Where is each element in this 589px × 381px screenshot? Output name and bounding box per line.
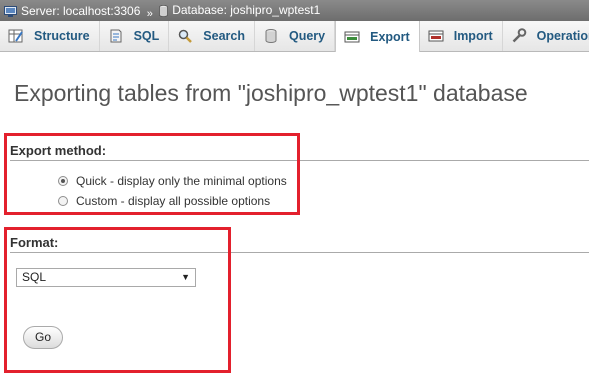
breadcrumb-database[interactable]: Database: joshipro_wptest1: [159, 0, 320, 21]
breadcrumb-database-label[interactable]: Database: joshipro_wptest1: [172, 0, 320, 21]
breadcrumb: Server: localhost:3306 » Database: joshi…: [0, 0, 589, 21]
tab-export-label: Export: [370, 29, 410, 44]
import-icon: [428, 28, 444, 44]
tab-query-label: Query: [288, 29, 326, 43]
tab-export[interactable]: Export: [335, 21, 420, 52]
breadcrumb-server-label[interactable]: Server: localhost:3306: [21, 1, 140, 22]
tab-operations-label: Operations: [536, 29, 589, 43]
operations-icon: [511, 28, 527, 44]
highlight-format: [4, 227, 231, 373]
database-icon: [159, 4, 169, 17]
tab-operations[interactable]: Operations: [503, 21, 589, 51]
tab-structure[interactable]: Structure: [0, 21, 100, 51]
structure-icon: [8, 28, 24, 44]
tab-bar: Structure SQL Search Query Export Import…: [0, 21, 589, 52]
tab-search-label: Search: [203, 29, 245, 43]
tab-sql[interactable]: SQL: [100, 21, 170, 51]
tab-import[interactable]: Import: [420, 21, 503, 51]
tab-search[interactable]: Search: [169, 21, 255, 51]
export-icon: [344, 29, 360, 45]
search-icon: [177, 28, 193, 44]
tab-query[interactable]: Query: [255, 21, 336, 51]
query-icon: [263, 28, 279, 44]
highlight-export-method: [4, 133, 300, 215]
breadcrumb-separator: »: [146, 7, 153, 20]
tab-structure-label: Structure: [34, 29, 90, 43]
page-title: Exporting tables from "joshipro_wptest1"…: [14, 80, 528, 106]
tab-sql-label: SQL: [133, 29, 160, 43]
breadcrumb-server[interactable]: Server: localhost:3306: [4, 1, 140, 22]
server-icon: [4, 5, 17, 17]
tab-import-label: Import: [453, 29, 493, 43]
sql-icon: [108, 28, 124, 44]
